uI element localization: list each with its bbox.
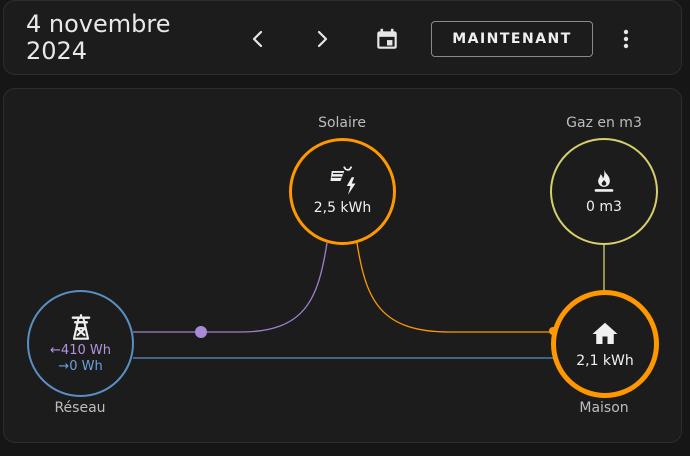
gas-node[interactable]: 0 m3 — [550, 138, 658, 245]
grid-export-value: →0 Wh — [58, 358, 103, 374]
home-node[interactable]: 2,1 kWh — [551, 290, 659, 398]
gas-flame-icon — [594, 169, 614, 192]
gas-label: Gaz en m3 — [566, 115, 642, 131]
grid-node[interactable]: ←410 Wh →0 Wh — [27, 290, 134, 397]
flow-dot-grid — [195, 326, 207, 338]
grid-label: Réseau — [54, 400, 106, 416]
arrow-right-icon: → — [58, 358, 70, 374]
transmission-tower-icon — [71, 313, 90, 340]
gas-value: 0 m3 — [586, 199, 622, 215]
grid-import-value: ←410 Wh — [50, 342, 111, 358]
home-value: 2,1 kWh — [576, 352, 634, 369]
solar-value: 2,5 kWh — [313, 200, 372, 216]
solar-label: Solaire — [318, 115, 366, 131]
home-label: Maison — [579, 400, 629, 416]
flow-solar-to-home — [356, 242, 552, 333]
solar-node[interactable]: 2,5 kWh — [289, 138, 396, 245]
solar-power-icon — [330, 166, 355, 195]
home-icon — [592, 322, 618, 344]
flow-solar-to-grid — [133, 242, 328, 333]
arrow-left-icon: ← — [50, 342, 61, 358]
